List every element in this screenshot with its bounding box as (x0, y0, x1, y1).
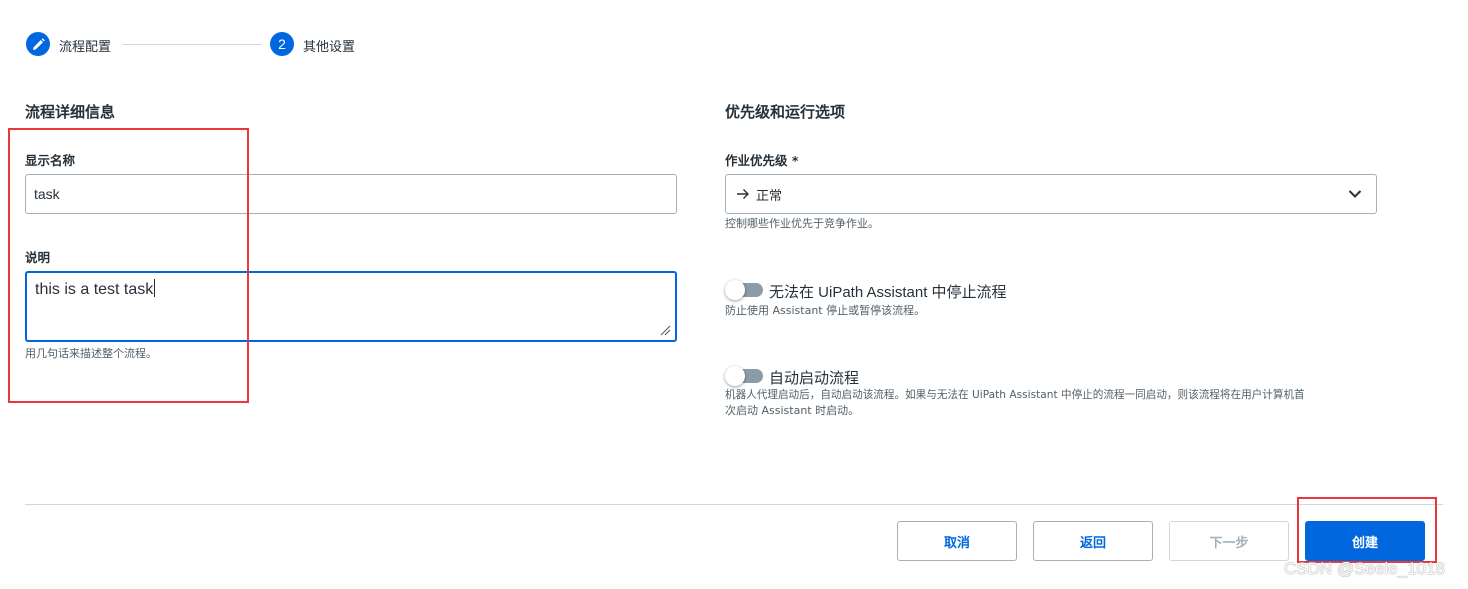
auto-start-label: 自动启动流程 (769, 370, 860, 387)
footer-divider (25, 504, 1443, 505)
step2-label: 其他设置 (303, 40, 356, 55)
job-priority-label: 作业优先级 * (725, 153, 799, 168)
toggle-thumb (725, 366, 745, 386)
watermark-text: CSDN @Seele_1018 (1284, 559, 1445, 578)
step1-edit-badge[interactable] (26, 32, 50, 56)
job-priority-value: 正常 (756, 188, 783, 204)
process-details-title: 流程详细信息 (25, 103, 116, 121)
arrow-right-icon (737, 189, 749, 199)
next-button[interactable]: 下一步 (1169, 521, 1289, 561)
auto-start-help-line2: 次启动 Assistant 时启动。 (725, 404, 860, 417)
prevent-stop-help: 防止使用 Assistant 停止或暂停该流程。 (725, 304, 926, 317)
resize-grip-icon[interactable] (659, 324, 671, 336)
auto-start-toggle[interactable] (725, 366, 763, 386)
stepper-connector (122, 44, 262, 45)
job-priority-select[interactable]: 正常 (725, 174, 1377, 214)
priority-options-title: 优先级和运行选项 (725, 103, 846, 121)
highlight-box-create (1297, 497, 1437, 563)
highlight-box-left (8, 128, 249, 403)
step1-label[interactable]: 流程配置 (59, 36, 111, 55)
cancel-button[interactable]: 取消 (897, 521, 1017, 561)
auto-start-help-line1: 机器人代理启动后，自动启动该流程。如果与无法在 UiPath Assistant… (725, 389, 1305, 401)
step2-number-badge: 2 (270, 32, 294, 56)
chevron-down-icon (1348, 190, 1362, 198)
back-button[interactable]: 返回 (1033, 521, 1153, 561)
toggle-thumb (725, 280, 745, 300)
pencil-icon (32, 37, 45, 50)
prevent-stop-label: 无法在 UiPath Assistant 中停止流程 (769, 284, 1007, 301)
job-priority-help: 控制哪些作业优先于竞争作业。 (725, 217, 879, 230)
prevent-stop-toggle[interactable] (725, 280, 763, 300)
step2-number: 2 (278, 36, 286, 52)
